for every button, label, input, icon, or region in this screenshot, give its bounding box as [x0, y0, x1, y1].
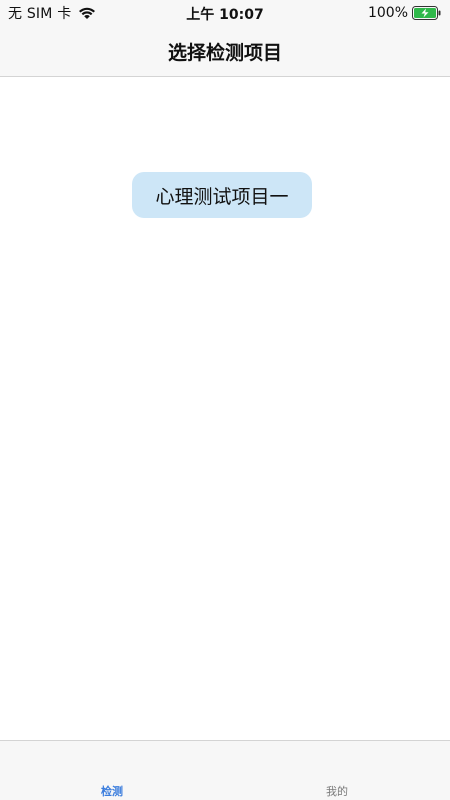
page-title: 选择检测项目 — [167, 42, 282, 64]
status-bar: 无 SIM 卡 上午 10:07 100% — [0, 0, 450, 26]
battery-charging-icon — [412, 6, 442, 20]
status-right: 100% — [368, 4, 442, 22]
app-screen: 无 SIM 卡 上午 10:07 100% 选择检测项目 心理测试项目一 检测 … — [0, 0, 450, 800]
tab-bar: 检测 我的 — [0, 740, 450, 800]
tab-mine[interactable]: 我的 — [297, 783, 377, 799]
test-project-button[interactable]: 心理测试项目一 — [132, 172, 312, 218]
tab-detection[interactable]: 检测 — [72, 783, 152, 799]
main-content: 心理测试项目一 — [0, 77, 450, 740]
navigation-bar: 选择检测项目 — [0, 26, 450, 77]
battery-percent: 100% — [367, 5, 408, 21]
